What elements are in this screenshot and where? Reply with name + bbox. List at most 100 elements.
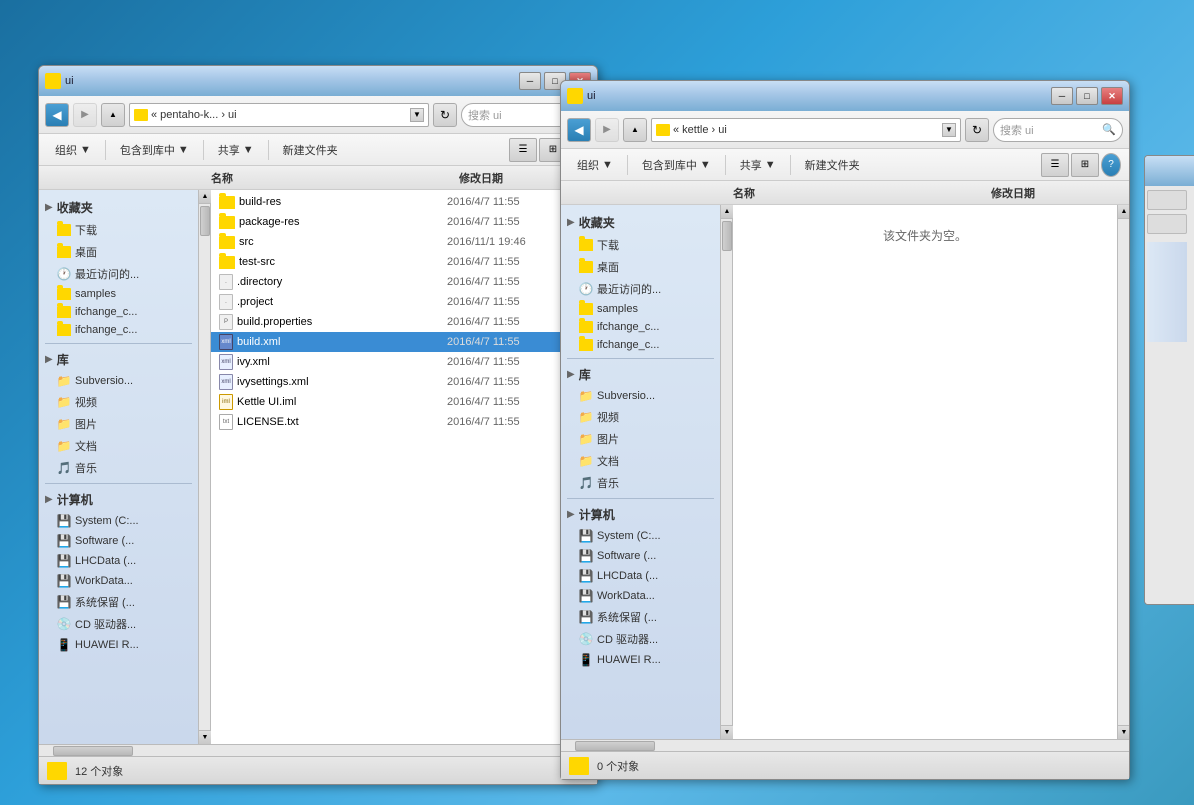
hscrollbar-right[interactable] [561,739,1129,751]
organize-button-left[interactable]: 组织 ▼ [47,138,99,162]
address-bar-left[interactable]: « pentaho-k... › ui ▼ [129,103,429,127]
sidebar-item-pictures-left[interactable]: 📁 图片 [39,413,198,435]
sidebar-scrollbar-right[interactable]: ▲ ▼ [721,205,733,739]
close-button-right[interactable]: ✕ [1101,87,1123,105]
sidebar-item-lhcdata-right[interactable]: 💾 LHCData (... [561,566,720,586]
file-item-build-properties[interactable]: P build.properties 2016/4/7 11:55 [211,312,585,332]
sidebar-favorites-header-right[interactable]: ▶ 收藏夹 [561,211,720,234]
file-item-src[interactable]: src 2016/11/1 19:46 [211,232,585,252]
scroll-down-sidebar-left[interactable]: ▼ [199,730,211,744]
scroll-up-sidebar-left[interactable]: ▲ [199,190,211,204]
scroll-down-files-right[interactable]: ▼ [1118,725,1129,739]
share-button-left[interactable]: 共享 ▼ [210,138,262,162]
file-item-ivysettings-xml[interactable]: xml ivysettings.xml 2016/4/7 11:55 [211,372,585,392]
view-btn2-right[interactable]: ⊞ [1071,153,1099,177]
forward-button-right[interactable]: ▶ [595,118,619,142]
scroll-up-files-right[interactable]: ▲ [1118,205,1129,219]
sidebar-item-sysreserved-left[interactable]: 💾 系统保留 (... [39,591,198,613]
sidebar-item-workdata-right[interactable]: 💾 WorkData... [561,586,720,606]
file-item-build-res[interactable]: build-res 2016/4/7 11:55 [211,192,585,212]
sidebar-library-header-left[interactable]: ▶ 库 [39,348,198,371]
scroll-down-sidebar-right[interactable]: ▼ [721,725,733,739]
file-item-license[interactable]: txt LICENSE.txt 2016/4/7 11:55 [211,412,585,432]
hscroll-thumb-left[interactable] [53,746,133,756]
sidebar-item-samples-right[interactable]: samples [561,300,720,318]
sidebar-item-download-left[interactable]: 下载 [39,219,198,241]
sidebar-item-systemc-left[interactable]: 💾 System (C:... [39,511,198,531]
sidebar-computer-header-right[interactable]: ▶ 计算机 [561,503,720,526]
scroll-thumb-sidebar-left[interactable] [200,206,210,236]
sidebar-computer-header-left[interactable]: ▶ 计算机 [39,488,198,511]
up-button-right[interactable]: ▲ [623,118,647,142]
sep2-left [203,140,204,160]
sidebar-favorites-header-left[interactable]: ▶ 收藏夹 [39,196,198,219]
sidebar-item-samples-left[interactable]: samples [39,285,198,303]
sidebar-item-cd-right[interactable]: 💿 CD 驱动器... [561,628,720,650]
hscrollbar-left[interactable] [39,744,597,756]
share-button-right[interactable]: 共享 ▼ [732,153,784,177]
file-item-package-res[interactable]: package-res 2016/4/7 11:55 [211,212,585,232]
sidebar-item-music-right[interactable]: 🎵 音乐 [561,472,720,494]
sidebar-item-lhcdata-left[interactable]: 💾 LHCData (... [39,551,198,571]
sidebar-item-huawei-left[interactable]: 📱 HUAWEI R... [39,635,198,655]
sidebar-item-video-right[interactable]: 📁 视频 [561,406,720,428]
sidebar-item-sysreserved-right[interactable]: 💾 系统保留 (... [561,606,720,628]
sidebar-item-docs-left[interactable]: 📁 文档 [39,435,198,457]
sidebar-item-recent-right[interactable]: 🕐 最近访问的... [561,278,720,300]
sidebar-item-huawei-right[interactable]: 📱 HUAWEI R... [561,650,720,670]
sidebar-item-ifchange1-left[interactable]: ifchange_c... [39,303,198,321]
hscroll-thumb-right[interactable] [575,741,655,751]
file-item-ivy-xml[interactable]: xml ivy.xml 2016/4/7 11:55 [211,352,585,372]
help-btn-right[interactable]: ? [1101,153,1121,177]
sidebar-item-video-left[interactable]: 📁 视频 [39,391,198,413]
address-bar-right[interactable]: « kettle › ui ▼ [651,118,961,142]
sidebar-item-docs-right[interactable]: 📁 文档 [561,450,720,472]
file-item-kettle-iml[interactable]: iml Kettle UI.iml 2016/4/7 11:55 [211,392,585,412]
organize-button-right[interactable]: 组织 ▼ [569,153,621,177]
scroll-thumb-sidebar-right[interactable] [722,221,732,251]
file-item-test-src[interactable]: test-src 2016/4/7 11:55 [211,252,585,272]
view-btn1-left[interactable]: ☰ [509,138,537,162]
library-button-left[interactable]: 包含到库中 ▼ [112,138,197,162]
sidebar-item-software-left[interactable]: 💾 Software (... [39,531,198,551]
up-button-left[interactable]: ▲ [101,103,125,127]
sidebar-item-ifchange2-right[interactable]: ifchange_c... [561,336,720,354]
newfolder-button-right[interactable]: 新建文件夹 [797,153,868,177]
scroll-up-sidebar-right[interactable]: ▲ [721,205,733,219]
sidebar-item-download-right[interactable]: 下载 [561,234,720,256]
sidebar-item-desktop-right[interactable]: 桌面 [561,256,720,278]
sidebar-item-music-left[interactable]: 🎵 音乐 [39,457,198,479]
forward-button-left[interactable]: ▶ [73,103,97,127]
sidebar-item-recent-left[interactable]: 🕐 最近访问的... [39,263,198,285]
address-dropdown-right[interactable]: ▼ [942,123,956,137]
sidebar-item-subversion-right[interactable]: 📁 Subversio... [561,386,720,406]
sidebar-item-text-video-left: 视频 [75,394,97,410]
sidebar-item-ifchange2-left[interactable]: ifchange_c... [39,321,198,339]
file-item-directory[interactable]: . .directory 2016/4/7 11:55 [211,272,585,292]
sidebar-library-header-right[interactable]: ▶ 库 [561,363,720,386]
sidebar-scrollbar-left[interactable]: ▲ ▼ [199,190,211,744]
back-button-left[interactable]: ◀ [45,103,69,127]
sidebar-item-desktop-left[interactable]: 桌面 [39,241,198,263]
address-dropdown-left[interactable]: ▼ [410,108,424,122]
sidebar-item-cd-left[interactable]: 💿 CD 驱动器... [39,613,198,635]
search-bar-right[interactable]: 搜索 ui 🔍 [993,118,1123,142]
sidebar-item-ifchange1-right[interactable]: ifchange_c... [561,318,720,336]
file-item-project[interactable]: . .project 2016/4/7 11:55 [211,292,585,312]
view-btn1-right[interactable]: ☰ [1041,153,1069,177]
newfolder-button-left[interactable]: 新建文件夹 [275,138,346,162]
sidebar-item-systemc-right[interactable]: 💾 System (C:... [561,526,720,546]
library-button-right[interactable]: 包含到库中 ▼ [634,153,719,177]
sidebar-item-software-right[interactable]: 💾 Software (... [561,546,720,566]
refresh-button-left[interactable]: ↻ [433,103,457,127]
file-item-build-xml[interactable]: xml build.xml 2016/4/7 11:55 [211,332,585,352]
minimize-button-right[interactable]: ─ [1051,87,1073,105]
sidebar-item-subversion-left[interactable]: 📁 Subversio... [39,371,198,391]
back-button-right[interactable]: ◀ [567,118,591,142]
refresh-button-right[interactable]: ↻ [965,118,989,142]
sidebar-item-workdata-left[interactable]: 💾 WorkData... [39,571,198,591]
sidebar-item-pictures-right[interactable]: 📁 图片 [561,428,720,450]
filelist-scrollbar-right[interactable]: ▲ ▼ [1117,205,1129,739]
minimize-button-left[interactable]: ─ [519,72,541,90]
maximize-button-right[interactable]: □ [1076,87,1098,105]
